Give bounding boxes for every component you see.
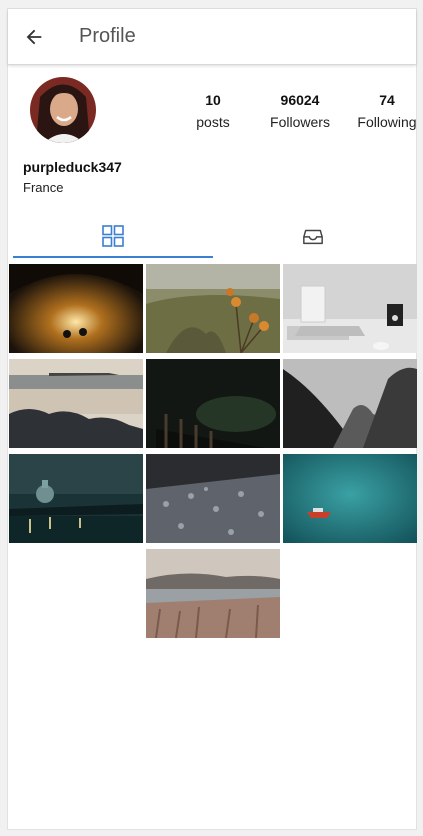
photo-grid xyxy=(9,264,417,638)
tunnel-silhouettes-photo[interactable] xyxy=(9,264,143,353)
rocky-beach-photo[interactable] xyxy=(9,359,143,448)
stat-following[interactable]: 74 Following xyxy=(352,92,422,130)
username: purpleduck347 xyxy=(23,159,122,175)
app-bar: Profile xyxy=(8,9,416,65)
tab-inbox[interactable] xyxy=(213,214,413,258)
profile-header: 10 posts 96024 Followers 74 Following xyxy=(8,65,417,159)
tab-grid[interactable] xyxy=(13,214,213,258)
inbox-icon xyxy=(303,229,323,245)
thistle-valley-photo[interactable] xyxy=(146,264,280,353)
arrow-left-icon xyxy=(26,29,42,44)
user-info: purpleduck347 France xyxy=(8,159,416,195)
stat-label: Following xyxy=(357,114,417,130)
app-frame: Profile 10 posts 96024 Followers 74 Foll… xyxy=(7,8,417,830)
stat-label: Followers xyxy=(270,114,330,130)
night-sky-fence-photo[interactable] xyxy=(146,359,280,448)
profile-tabs xyxy=(13,214,416,258)
laptop-desk-photo[interactable] xyxy=(283,264,417,353)
stat-count: 74 xyxy=(379,92,395,108)
page-title: Profile xyxy=(79,25,136,47)
stat-label: posts xyxy=(196,114,230,130)
location: France xyxy=(23,180,64,195)
profile-stats: 10 posts 96024 Followers 74 Following xyxy=(178,92,422,130)
stat-count: 96024 xyxy=(280,92,320,108)
lake-dry-grass-photo[interactable] xyxy=(146,549,280,638)
stat-count: 10 xyxy=(205,92,221,108)
back-button[interactable] xyxy=(8,9,60,65)
grid-icon xyxy=(102,225,124,247)
red-boat-teal-water-photo[interactable] xyxy=(283,454,417,543)
misty-mountains-photo[interactable] xyxy=(283,359,417,448)
stat-followers[interactable]: 96024 Followers xyxy=(265,92,335,130)
water-droplets-photo[interactable] xyxy=(146,454,280,543)
avatar[interactable] xyxy=(30,77,96,143)
city-river-night-photo[interactable] xyxy=(9,454,143,543)
stat-posts[interactable]: 10 posts xyxy=(178,92,248,130)
